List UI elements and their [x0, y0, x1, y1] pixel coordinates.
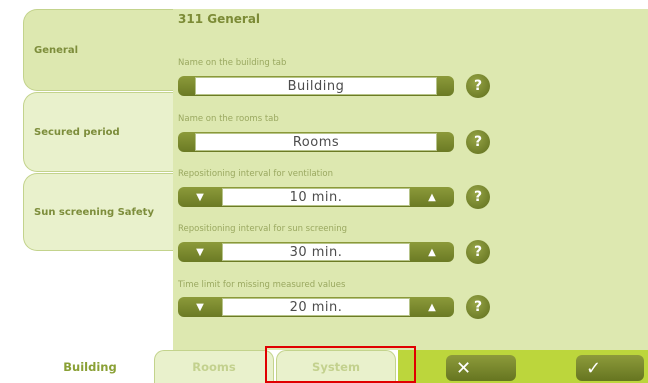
tab-building[interactable]: Building — [30, 350, 150, 383]
ventilation-decrease-button[interactable]: ▼ — [178, 187, 222, 207]
ventilation-interval-stepper: ▼ 10 min. ▲ — [178, 187, 454, 207]
sun-screening-interval-value[interactable]: 30 min. — [222, 243, 410, 261]
building-tab-name-label: Name on the building tab — [178, 58, 287, 68]
sun-screening-decrease-button[interactable]: ▼ — [178, 242, 222, 262]
check-icon: ✓ — [586, 357, 602, 379]
triangle-up-icon: ▲ — [428, 191, 436, 203]
time-limit-decrease-button[interactable]: ▼ — [178, 297, 222, 317]
building-tab-name-input[interactable]: Building — [195, 77, 437, 95]
rooms-tab-name-label: Name on the rooms tab — [178, 114, 279, 124]
triangle-up-icon: ▲ — [428, 246, 436, 258]
sidebar-item-secured-period[interactable]: Secured period — [23, 92, 173, 172]
sun-screening-increase-button[interactable]: ▲ — [410, 242, 454, 262]
sidebar-item-label: General — [34, 44, 78, 56]
close-icon: ✕ — [456, 357, 472, 379]
question-icon[interactable]: ? — [466, 74, 490, 98]
tab-rooms[interactable]: Rooms — [154, 350, 274, 383]
question-icon[interactable]: ? — [466, 295, 490, 319]
confirm-button[interactable]: ✓ — [576, 355, 644, 381]
ventilation-interval-value[interactable]: 10 min. — [222, 188, 410, 206]
question-icon[interactable]: ? — [466, 185, 490, 209]
triangle-down-icon: ▼ — [196, 246, 204, 258]
question-icon[interactable]: ? — [466, 130, 490, 154]
triangle-down-icon: ▼ — [196, 191, 204, 203]
sidebar-item-general[interactable]: General — [23, 9, 173, 91]
sidebar-item-label: Sun screening Safety — [34, 206, 154, 218]
building-tab-name-field: Building — [178, 76, 454, 96]
sidebar-item-sun-screening-safety[interactable]: Sun screening Safety — [23, 173, 173, 251]
highlight-box — [265, 346, 416, 383]
missing-values-time-limit-stepper: ▼ 20 min. ▲ — [178, 297, 454, 317]
missing-values-time-limit-label: Time limit for missing measured values — [178, 280, 346, 290]
rooms-tab-name-input[interactable]: Rooms — [195, 133, 437, 151]
triangle-up-icon: ▲ — [428, 301, 436, 313]
ventilation-interval-label: Repositioning interval for ventilation — [178, 169, 333, 179]
time-limit-value[interactable]: 20 min. — [222, 298, 410, 316]
page-title: 311 General — [178, 12, 261, 26]
sun-screening-interval-stepper: ▼ 30 min. ▲ — [178, 242, 454, 262]
rooms-tab-name-field: Rooms — [178, 132, 454, 152]
sun-screening-interval-label: Repositioning interval for sun screening — [178, 224, 348, 234]
time-limit-increase-button[interactable]: ▲ — [410, 297, 454, 317]
ventilation-increase-button[interactable]: ▲ — [410, 187, 454, 207]
sidebar-item-label: Secured period — [34, 126, 120, 138]
cancel-button[interactable]: ✕ — [446, 355, 516, 381]
triangle-down-icon: ▼ — [196, 301, 204, 313]
question-icon[interactable]: ? — [466, 240, 490, 264]
